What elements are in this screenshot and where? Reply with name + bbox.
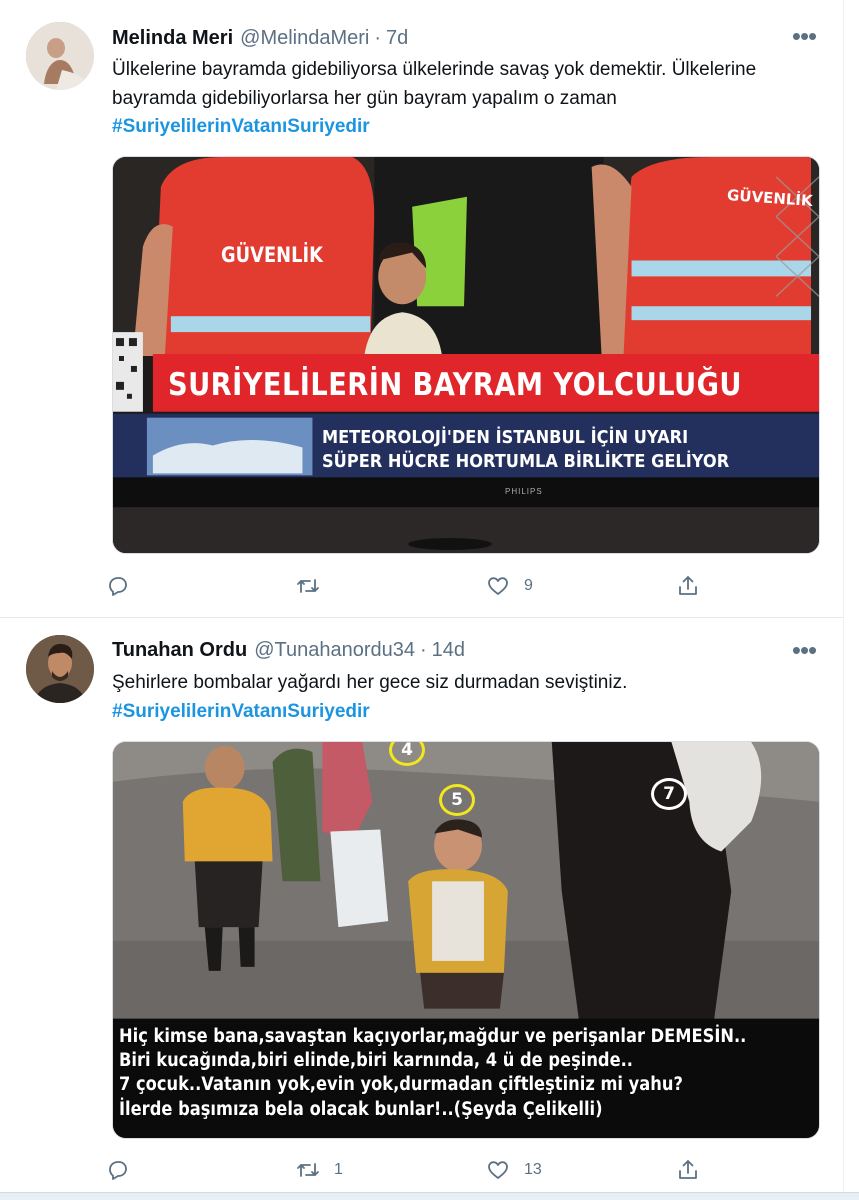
tweet-header: Melinda Meri @MelindaMeri · 7d [112,25,408,51]
tv-news-photo [113,157,819,553]
tweet-body: Şehirlere bombalar yağardı her gece siz … [112,672,628,693]
separator-dot: · [419,638,427,661]
tv-headline: SURİYELİLERİN BAYRAM YOLCULUĞU [168,367,743,403]
tweet-actions: 9 [106,571,726,601]
heart-icon [488,577,508,595]
like-button[interactable]: 9 [486,571,676,601]
display-name[interactable]: Melinda Meri [112,27,233,50]
tv-brand-logo: PHILIPS [505,487,543,496]
tweet[interactable]: Melinda Meri @MelindaMeri · 7d ••• Ülkel… [0,0,843,618]
more-options-icon[interactable]: ••• [789,635,819,665]
scrollbar[interactable] [843,0,859,1192]
tweet[interactable]: Tunahan Ordu @Tunahanordu34 · 14d ••• Şe… [0,618,843,1192]
vest-label-left: GÜVENLİK [221,243,323,267]
tv-ticker-line: SÜPER HÜCRE HORTUMLA BİRLİKTE GELİYOR [322,451,730,472]
reply-button[interactable] [106,571,296,601]
hashtag-link[interactable]: #SuriyelilerinVatanıSuriyedir [112,698,826,727]
number-badge: 5 [439,784,475,816]
timestamp[interactable]: 14d [432,639,465,662]
retweet-count: 1 [334,1161,343,1178]
hashtag-link[interactable]: #SuriyelilerinVatanıSuriyedir [112,113,826,142]
heart-icon [488,1161,508,1179]
like-count: 13 [524,1161,542,1178]
like-button[interactable]: 13 [486,1155,676,1185]
image-caption-line: İlerde başımıza bela olacak bunlar!..(Şe… [119,1099,603,1120]
tweet-text: Şehirlere bombalar yağardı her gece siz … [112,669,826,726]
share-icon [679,1160,697,1179]
timeline: Melinda Meri @MelindaMeri · 7d ••• Ülkel… [0,0,859,1200]
display-name[interactable]: Tunahan Ordu [112,639,247,662]
share-button[interactable] [676,571,716,601]
tweet-body: Ülkelerine bayramda gidebiliyorsa ülkele… [112,59,757,109]
user-avatar-image [26,635,94,703]
bottom-strip [0,1192,859,1200]
retweet-icon [297,579,319,593]
number-badge: 7 [651,778,687,810]
tweet-header: Tunahan Ordu @Tunahanordu34 · 14d [112,637,465,663]
image-caption-line: Biri kucağında,biri elinde,biri karnında… [119,1050,633,1071]
user-avatar-image [26,22,94,90]
tweet-actions: 1 13 [106,1155,726,1185]
avatar[interactable] [26,22,94,90]
more-options-icon[interactable]: ••• [789,21,819,51]
reply-button[interactable] [106,1155,296,1185]
share-button[interactable] [676,1155,716,1185]
timestamp[interactable]: 7d [386,27,408,50]
image-caption-line: Hiç kimse bana,savaştan kaçıyorlar,mağdu… [119,1026,747,1047]
tweet-text: Ülkelerine bayramda gidebiliyorsa ülkele… [112,56,826,142]
retweet-button[interactable] [296,571,486,601]
image-caption-line: 7 çocuk..Vatanın yok,evin yok,durmadan ç… [119,1074,683,1095]
share-icon [679,576,697,595]
separator-dot: · [374,26,382,49]
tweet-media-image[interactable]: GÜVENLİK GÜVENLİK SURİYELİLERİN BAYRAM Y… [112,156,820,554]
user-handle[interactable]: @MelindaMeri [240,27,369,50]
retweet-icon [297,1163,319,1177]
like-count: 9 [524,577,533,594]
tv-ticker-line: METEOROLOJİ'DEN İSTANBUL İÇİN UYARI [322,427,689,448]
avatar[interactable] [26,635,94,703]
reply-icon [109,1161,127,1180]
reply-icon [109,577,127,596]
retweet-button[interactable]: 1 [296,1155,486,1185]
tweet-media-image[interactable]: 4 5 7 Hiç kimse bana,savaştan kaçıyorlar… [112,741,820,1139]
user-handle[interactable]: @Tunahanordu34 [254,639,415,662]
